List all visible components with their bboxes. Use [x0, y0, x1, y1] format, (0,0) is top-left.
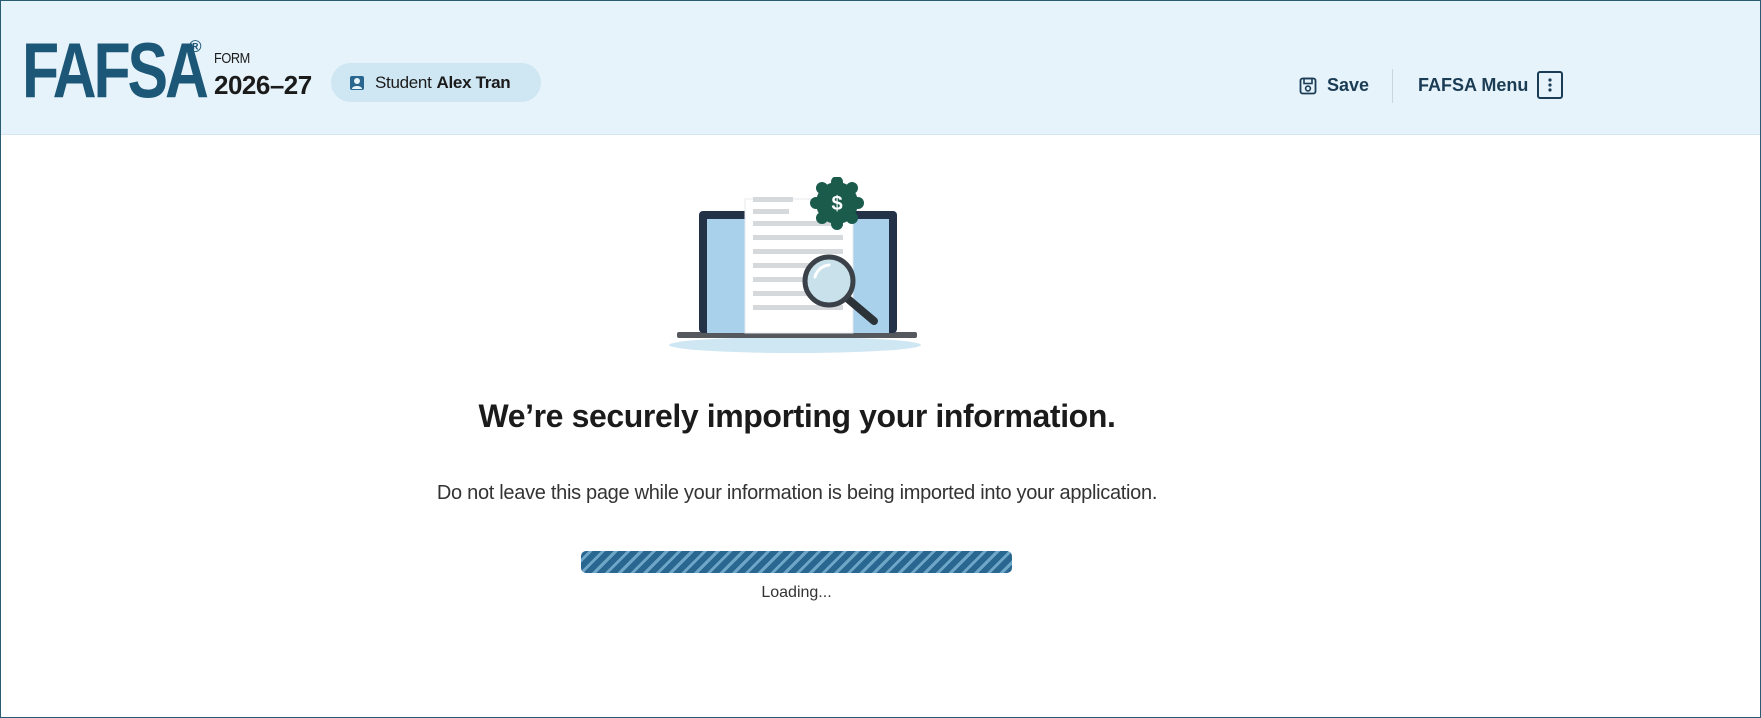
loading-progress-bar: [581, 551, 1012, 573]
form-label: FORM: [214, 50, 250, 67]
import-message: Do not leave this page while your inform…: [436, 482, 1158, 504]
app-header: FAFSA ® FORM 2026–27 Student Alex Tran S…: [1, 1, 1760, 135]
dollar-sign: $: [831, 193, 842, 215]
progress-fill: [581, 551, 1012, 573]
fafsa-logo[interactable]: FAFSA: [22, 31, 209, 109]
user-name: Alex Tran: [436, 72, 511, 92]
save-disk-icon: [1299, 77, 1317, 94]
loading-label: Loading...: [761, 584, 832, 601]
page-heading: We’re securely importing your informatio…: [478, 398, 1116, 434]
save-button[interactable]: Save: [1299, 75, 1369, 96]
form-year: 2026–27: [214, 70, 312, 100]
menu-label: FAFSA Menu: [1418, 74, 1529, 95]
vertical-dots-icon: [1537, 71, 1564, 99]
header-divider: [1392, 69, 1393, 103]
laptop-document-magnifier-illustration: $: [669, 177, 921, 353]
student-badge: Student Alex Tran: [331, 63, 541, 102]
user-role: Student: [375, 72, 432, 92]
student-icon: [350, 75, 364, 90]
fafsa-menu-button[interactable]: FAFSA Menu: [1418, 71, 1564, 99]
page-frame: FAFSA ® FORM 2026–27 Student Alex Tran S…: [0, 0, 1761, 718]
save-label: Save: [1327, 75, 1370, 95]
registered-mark: ®: [189, 37, 202, 56]
dollar-badge-icon: $: [810, 177, 864, 230]
